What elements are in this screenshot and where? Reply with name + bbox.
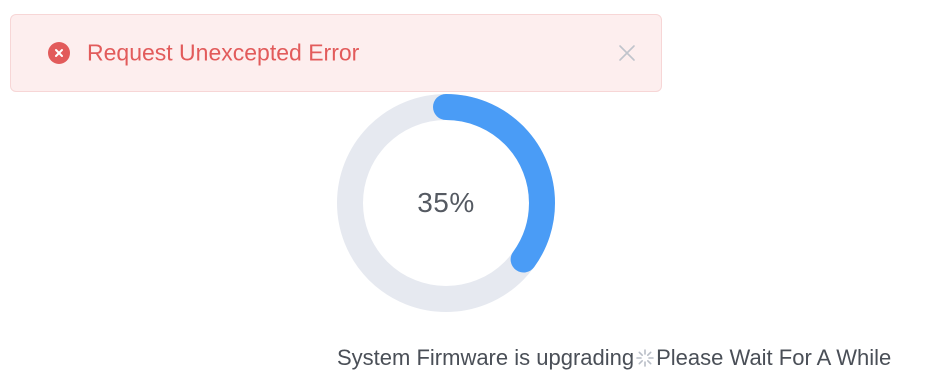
loading-spinner-icon <box>635 348 655 368</box>
status-text-after: Please Wait For A While <box>656 345 892 370</box>
upgrade-progress-ring: 35% <box>337 94 555 312</box>
progress-percent-label: 35% <box>417 187 475 218</box>
toast-message: Request Unexcepted Error <box>87 39 360 66</box>
error-toast: Request Unexcepted Error <box>10 14 662 92</box>
error-circle-icon <box>48 42 70 64</box>
upgrade-status-text: System Firmware is upgrading Please Wait… <box>337 345 891 371</box>
close-icon[interactable] <box>615 41 639 65</box>
status-text-before: System Firmware is upgrading <box>337 345 635 370</box>
